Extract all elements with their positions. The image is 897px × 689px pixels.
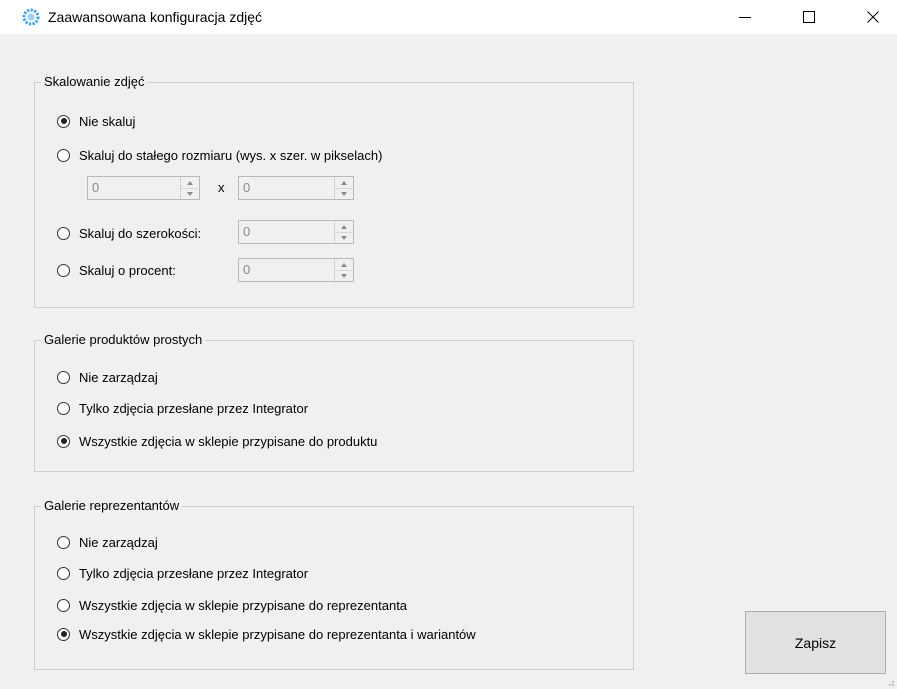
fit-width-spin-arrows[interactable] [334, 221, 353, 243]
radio-percent[interactable]: Skaluj o procent: [57, 260, 176, 280]
radio-button[interactable] [57, 535, 70, 549]
spin-down-icon[interactable] [335, 270, 352, 281]
radio-button[interactable] [57, 627, 70, 641]
width-spin-arrows[interactable] [334, 177, 353, 199]
resize-grip-icon[interactable] [885, 677, 895, 687]
radio-label: Wszystkie zdjęcia w sklepie przypisane d… [79, 597, 408, 613]
fit-width-value: 0 [243, 224, 251, 239]
minimize-icon [739, 17, 751, 18]
simple-galleries-group-title: Galerie produktów prostych [41, 332, 206, 348]
percent-value: 0 [243, 262, 251, 277]
radio-label: Skaluj do stałego rozmiaru (wys. x szer.… [79, 147, 383, 163]
radio-label: Skaluj o procent: [79, 262, 176, 278]
radio-rep-all-representative-variants[interactable]: Wszystkie zdjęcia w sklepie przypisane d… [57, 624, 476, 644]
fit-width-spinbox[interactable]: 0 [238, 220, 354, 244]
radio-label: Nie zarządzaj [79, 534, 158, 550]
close-button[interactable] [850, 0, 896, 34]
spin-down-icon[interactable] [335, 188, 352, 199]
radio-no-scaling[interactable]: Nie skaluj [57, 111, 135, 131]
representative-galleries-group: Galerie reprezentantów [34, 498, 634, 670]
height-spinbox[interactable]: 0 [87, 176, 200, 200]
close-icon [867, 11, 879, 23]
save-button[interactable]: Zapisz [745, 611, 886, 674]
app-gear-icon [22, 8, 40, 26]
percent-spin-arrows[interactable] [334, 259, 353, 281]
width-value: 0 [243, 180, 251, 195]
dialog-window: Zaawansowana konfiguracja zdjęć Skalowan… [0, 0, 897, 689]
radio-simple-integrator-only[interactable]: Tylko zdjęcia przesłane przez Integrator [57, 398, 308, 418]
radio-button[interactable] [57, 598, 70, 612]
radio-button[interactable] [57, 401, 70, 415]
radio-label: Tylko zdjęcia przesłane przez Integrator [79, 565, 309, 581]
radio-label: Skaluj do szerokości: [79, 225, 202, 241]
radio-rep-integrator-only[interactable]: Tylko zdjęcia przesłane przez Integrator [57, 563, 308, 583]
maximize-icon [803, 11, 815, 23]
radio-label: Tylko zdjęcia przesłane przez Integrator [79, 400, 309, 416]
title-bar[interactable]: Zaawansowana konfiguracja zdjęć [0, 0, 897, 34]
radio-fit-width[interactable]: Skaluj do szerokości: [57, 223, 201, 243]
radio-simple-all-product[interactable]: Wszystkie zdjęcia w sklepie przypisane d… [57, 431, 377, 451]
minimize-button[interactable] [722, 0, 768, 34]
radio-label: Nie zarządzaj [79, 369, 158, 385]
spin-down-icon[interactable] [335, 232, 352, 243]
times-label: x [218, 180, 225, 195]
percent-spinbox[interactable]: 0 [238, 258, 354, 282]
radio-label: Wszystkie zdjęcia w sklepie przypisane d… [79, 626, 476, 642]
radio-button[interactable] [57, 226, 70, 240]
width-spinbox[interactable]: 0 [238, 176, 354, 200]
window-title: Zaawansowana konfiguracja zdjęć [48, 9, 263, 25]
radio-fixed-size[interactable]: Skaluj do stałego rozmiaru (wys. x szer.… [57, 145, 382, 165]
radio-button[interactable] [57, 434, 70, 448]
radio-button[interactable] [57, 263, 70, 277]
representative-galleries-group-title: Galerie reprezentantów [41, 498, 183, 514]
radio-label: Wszystkie zdjęcia w sklepie przypisane d… [79, 433, 378, 449]
maximize-button[interactable] [786, 0, 832, 34]
spin-down-icon[interactable] [181, 188, 198, 199]
height-value: 0 [92, 180, 100, 195]
scaling-group-title: Skalowanie zdjęć [41, 74, 148, 90]
radio-button[interactable] [57, 114, 70, 128]
radio-simple-no-manage[interactable]: Nie zarządzaj [57, 367, 158, 387]
radio-label: Nie skaluj [79, 113, 136, 129]
radio-rep-all-representative[interactable]: Wszystkie zdjęcia w sklepie przypisane d… [57, 595, 407, 615]
radio-rep-no-manage[interactable]: Nie zarządzaj [57, 532, 158, 552]
radio-button[interactable] [57, 566, 70, 580]
height-spin-arrows[interactable] [180, 177, 199, 199]
radio-button[interactable] [57, 370, 70, 384]
radio-button[interactable] [57, 148, 70, 162]
